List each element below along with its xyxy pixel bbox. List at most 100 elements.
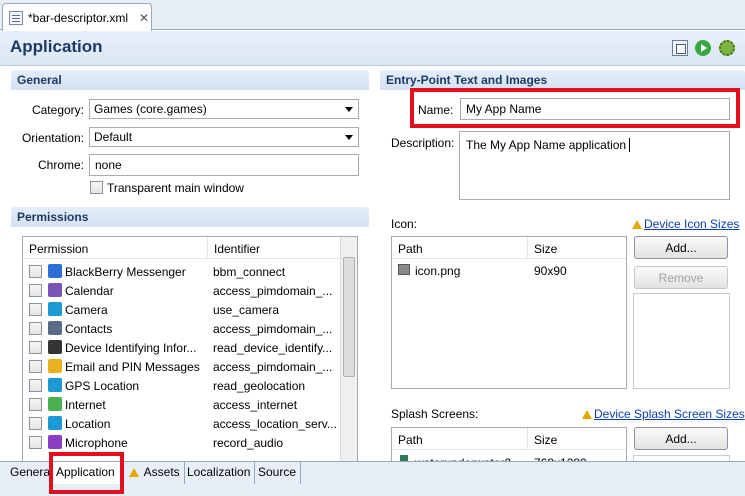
gps-icon: [48, 378, 62, 392]
permission-checkbox[interactable]: [29, 284, 42, 297]
permission-checkbox[interactable]: [29, 398, 42, 411]
permission-name: Contacts: [65, 322, 113, 336]
category-combo[interactable]: Games (core.games): [89, 99, 359, 119]
warning-icon: [129, 468, 139, 477]
tab-source[interactable]: Source: [254, 462, 302, 484]
permission-identifier: use_camera: [213, 303, 280, 317]
permission-identifier: access_pimdomain_...: [213, 360, 333, 374]
application-tab-highlight-box: [49, 452, 124, 494]
location-icon: [48, 416, 62, 430]
email-icon: [48, 359, 62, 373]
chrome-label: Chrome:: [37, 158, 84, 172]
permissions-section-header: Permissions: [11, 207, 369, 227]
permission-identifier: access_internet: [213, 398, 298, 412]
image-file-icon: [398, 264, 410, 275]
table-row[interactable]: Device Identifying Infor... read_device_i…: [23, 338, 341, 357]
permission-checkbox[interactable]: [29, 360, 42, 373]
permission-name: Camera: [65, 303, 108, 317]
transparent-checkbox[interactable]: [90, 181, 103, 194]
text-cursor: [629, 138, 634, 152]
microphone-icon: [48, 435, 62, 449]
package-icon[interactable]: [672, 40, 688, 56]
description-field[interactable]: The My App Name application: [459, 131, 730, 200]
orientation-combo[interactable]: Default: [89, 127, 359, 147]
permission-checkbox[interactable]: [29, 379, 42, 392]
bbm-icon: [48, 264, 62, 278]
icon-table[interactable]: Path Size icon.png 90x90: [391, 236, 627, 389]
table-row[interactable]: Email and PIN Messages access_pimdomain_.…: [23, 357, 341, 376]
warning-icon: [632, 220, 642, 229]
icon-add-button[interactable]: Add...: [634, 236, 728, 259]
description-value: The My App Name application: [466, 138, 627, 152]
permission-name: GPS Location: [65, 379, 140, 393]
chevron-down-icon: [345, 135, 353, 140]
permission-checkbox[interactable]: [29, 341, 42, 354]
category-value: Games (core.games): [94, 102, 207, 116]
page-title: Application: [10, 37, 103, 56]
chevron-down-icon: [345, 107, 353, 112]
table-row[interactable]: Internet access_internet: [23, 395, 341, 414]
icon-col-size[interactable]: Size: [527, 237, 626, 259]
icon-remove-button[interactable]: Remove: [634, 266, 728, 289]
entry-point-section-header: Entry-Point Text and Images: [380, 70, 745, 90]
permission-identifier: record_audio: [213, 436, 284, 450]
table-row[interactable]: Microphone record_audio: [23, 433, 341, 452]
permission-checkbox[interactable]: [29, 303, 42, 316]
splash-label: Splash Screens:: [391, 407, 479, 421]
category-label: Category:: [31, 103, 84, 117]
permission-name: Device Identifying Infor...: [65, 341, 197, 355]
orientation-label: Orientation:: [21, 131, 84, 145]
name-highlight-box: [410, 88, 740, 128]
permissions-scrollbar[interactable]: [340, 237, 357, 461]
col-identifier[interactable]: Identifier: [207, 237, 343, 259]
camera-icon: [48, 302, 62, 316]
permission-identifier: read_device_identify...: [213, 341, 333, 355]
table-row[interactable]: Camera use_camera: [23, 300, 341, 319]
icon-label: Icon:: [391, 217, 418, 231]
device-splash-sizes-link[interactable]: Device Splash Screen Sizes: [594, 407, 745, 421]
splash-col-path[interactable]: Path: [392, 428, 528, 450]
permission-identifier: access_pimdomain_...: [213, 284, 333, 298]
table-row[interactable]: Contacts access_pimdomain_...: [23, 319, 341, 338]
chrome-field[interactable]: none: [89, 154, 359, 176]
run-icon[interactable]: [695, 40, 711, 56]
permission-name: Calendar: [65, 284, 114, 298]
permission-name: Location: [65, 417, 111, 431]
tab-assets-label: Assets: [143, 465, 180, 479]
debug-icon[interactable]: [719, 40, 735, 56]
contacts-icon: [48, 321, 62, 335]
permission-identifier: read_geolocation: [213, 379, 306, 393]
xml-file-icon: [9, 10, 23, 25]
table-row[interactable]: Calendar access_pimdomain_...: [23, 281, 341, 300]
table-row[interactable]: Location access_location_serv...: [23, 414, 341, 433]
tab-assets[interactable]: Assets: [125, 462, 185, 484]
table-row[interactable]: GPS Location read_geolocation: [23, 376, 341, 395]
calendar-icon: [48, 283, 62, 297]
table-row[interactable]: icon.png 90x90: [392, 261, 626, 281]
splash-col-size[interactable]: Size: [527, 428, 626, 450]
permission-checkbox[interactable]: [29, 417, 42, 430]
tab-localization[interactable]: Localization: [183, 462, 256, 484]
permissions-table[interactable]: Permission Identifier BlackBerry Messeng…: [22, 236, 358, 462]
permission-checkbox[interactable]: [29, 265, 42, 278]
table-row[interactable]: BlackBerry Messenger bbm_connect: [23, 262, 341, 281]
col-permission[interactable]: Permission: [23, 237, 208, 259]
splash-add-button[interactable]: Add...: [634, 427, 728, 450]
editor-tab[interactable]: *bar-descriptor.xml ✕: [2, 3, 152, 31]
permission-identifier: access_pimdomain_...: [213, 322, 333, 336]
internet-icon: [48, 397, 62, 411]
device-info-icon: [48, 340, 62, 354]
permission-identifier: access_location_serv...: [213, 417, 337, 431]
icon-col-path[interactable]: Path: [392, 237, 528, 259]
permission-checkbox[interactable]: [29, 322, 42, 335]
close-icon[interactable]: ✕: [139, 11, 149, 25]
permission-checkbox[interactable]: [29, 436, 42, 449]
device-icon-sizes-link-wrap[interactable]: Device Icon Sizes: [632, 217, 739, 231]
splash-sizes-link-wrap[interactable]: Device Splash Screen Sizes: [582, 407, 745, 421]
device-icon-sizes-link[interactable]: Device Icon Sizes: [644, 217, 739, 231]
icon-path: icon.png: [415, 264, 461, 278]
page-header: [0, 31, 745, 66]
scrollbar-thumb[interactable]: [343, 257, 355, 377]
transparent-label: Transparent main window: [107, 181, 244, 195]
description-label: Description:: [391, 136, 455, 150]
